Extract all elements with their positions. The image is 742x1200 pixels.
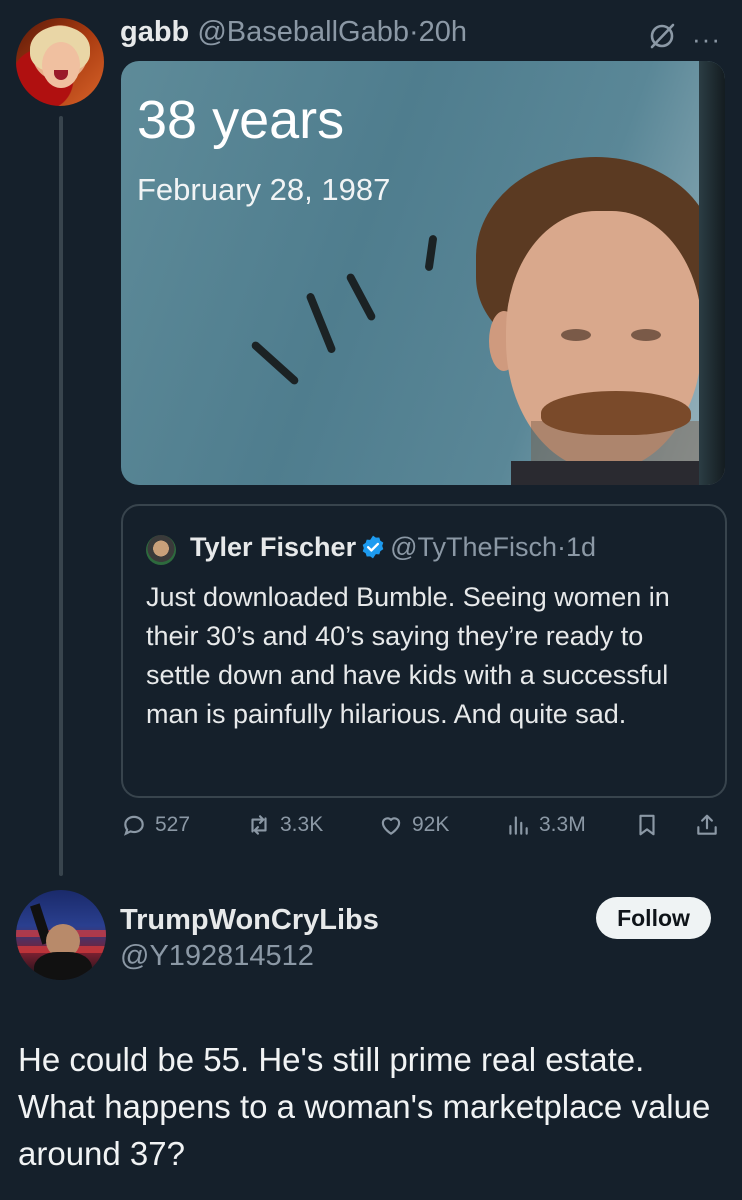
share-icon xyxy=(697,814,717,835)
reply-author-name[interactable]: TrumpWonCryLibs xyxy=(120,904,379,937)
repost-count: 3.3K xyxy=(280,813,324,836)
reply-button[interactable]: 527 xyxy=(121,812,190,838)
quoted-tweet-time[interactable]: 1d xyxy=(566,532,596,562)
author-name[interactable]: gabb xyxy=(120,16,189,48)
tweet-time[interactable]: 20h xyxy=(419,16,467,48)
verified-badge-icon xyxy=(362,535,384,559)
quoted-tweet-header: Tyler Fischer @TyTheFisch·1d xyxy=(190,532,596,563)
reply-author-avatar[interactable] xyxy=(16,890,106,980)
quoted-author-handle[interactable]: @TyTheFisch xyxy=(390,532,557,562)
views-icon xyxy=(509,816,528,835)
like-count: 92K xyxy=(412,813,450,836)
bookmark-button[interactable] xyxy=(634,812,660,838)
share-button[interactable] xyxy=(694,812,720,838)
thread-line xyxy=(59,116,63,876)
tweet-media-image[interactable]: 38 years February 28, 1987 xyxy=(121,61,725,485)
separator-dot: · xyxy=(557,532,567,562)
views-button[interactable]: 3.3M xyxy=(505,812,586,838)
repost-button[interactable]: 3.3K xyxy=(246,812,323,838)
reply-tweet-text: He could be 55. He's still prime real es… xyxy=(18,1041,711,1172)
more-icon[interactable]: ··· xyxy=(692,24,721,55)
like-icon xyxy=(381,817,401,835)
like-button[interactable]: 92K xyxy=(378,812,449,838)
follow-button[interactable]: Follow xyxy=(596,897,711,939)
author-avatar[interactable] xyxy=(16,18,104,106)
quoted-tweet-text: Just downloaded Bumble. Seeing women in … xyxy=(146,582,670,729)
tweet-header: gabb @BaseballGabb·20h xyxy=(120,16,467,49)
quoted-author-name[interactable]: Tyler Fischer xyxy=(190,532,356,562)
quoted-author-avatar[interactable] xyxy=(146,535,176,565)
repost-icon xyxy=(251,815,267,835)
author-handle[interactable]: @BaseballGabb xyxy=(197,16,409,48)
views-count: 3.3M xyxy=(539,813,586,836)
separator-dot: · xyxy=(408,16,419,48)
media-date: February 28, 1987 xyxy=(137,172,391,207)
reply-count: 527 xyxy=(155,813,191,836)
bookmark-icon xyxy=(639,814,655,836)
grok-icon[interactable] xyxy=(648,22,676,50)
reply-author-handle[interactable]: @Y192814512 xyxy=(120,940,314,973)
media-title: 38 years xyxy=(137,90,345,150)
reply-icon xyxy=(124,815,144,836)
